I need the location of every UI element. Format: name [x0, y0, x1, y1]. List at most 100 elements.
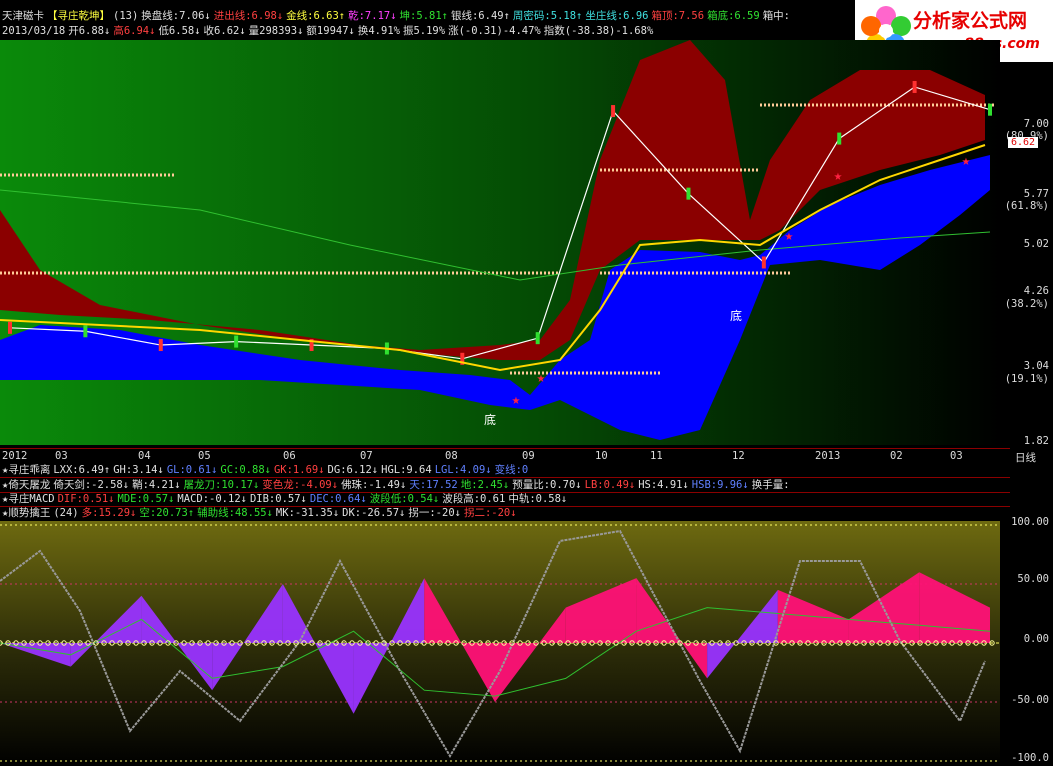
- indicator-value: 高6.94↓: [113, 25, 156, 37]
- indicator-value: 坐庄线:6.96: [585, 10, 649, 22]
- indicator-value: LGL:4.09↓: [434, 464, 492, 476]
- candle: [535, 332, 540, 345]
- indicator-value: ★寻庄乖离: [2, 464, 51, 476]
- candle: [686, 187, 691, 200]
- x-axis-label: 10: [595, 450, 608, 462]
- indicator-value: 佛珠:-1.49↓: [341, 479, 407, 491]
- indicator-value: 空:20.73↑: [139, 507, 195, 519]
- candle: [988, 103, 992, 116]
- indicator-value: LXX:6.49↑: [53, 464, 111, 476]
- x-axis-label: 02: [890, 450, 903, 462]
- x-axis-label: 03: [950, 450, 963, 462]
- osc-axis-label: -100.0: [1011, 752, 1049, 764]
- candle: [761, 256, 766, 269]
- indicator-value: 指数(-38.38)-1.68%: [543, 25, 654, 37]
- separator: [0, 477, 1010, 478]
- indicator-value: 天:17.52: [409, 479, 458, 491]
- candle: [912, 80, 917, 93]
- indicator-value: ★倚天屠龙: [2, 479, 51, 491]
- indicator-value: 换手量:: [751, 479, 790, 491]
- osc-axis-label: 100.00: [1011, 516, 1049, 528]
- indicator-value: GH:3.14↓: [113, 464, 164, 476]
- indicator-row-3: ★寻庄MACD DIF:0.51↓ MDE:0.57↓ MACD:-0.12↓ DIB:…: [2, 493, 570, 506]
- indicator-value: 金线:6.63↑: [286, 10, 346, 22]
- indicator-value: DK:-26.57↓: [342, 507, 406, 519]
- indicator-value: HS:4.91↓: [638, 479, 689, 491]
- candle: [8, 321, 12, 334]
- bottom-label-1: 底: [484, 412, 496, 427]
- indicator-value: 变线:0: [494, 464, 529, 476]
- signal-star-icon: ★: [537, 370, 546, 386]
- signal-star-icon: ★: [512, 392, 521, 408]
- candle: [837, 132, 842, 145]
- last-price-tag: 6.62: [1008, 137, 1039, 148]
- candle: [611, 105, 616, 118]
- oscillator-chart: [0, 521, 1000, 766]
- indicator-row-1: ★寻庄乖离 LXX:6.49↑ GH:3.14↓ GL:0.61↓ GC:0.88↓ GK…: [2, 464, 531, 477]
- indicator-value: DIB:0.57↓: [249, 493, 307, 505]
- oscillator-axis: 100.00 50.00 0.00 -50.00 -100.0: [1000, 516, 1053, 766]
- indicator-value: (13): [113, 10, 139, 22]
- indicator-value: 屠龙刀:10.17↓: [183, 479, 260, 491]
- candle: [83, 325, 88, 338]
- indicator-value: HGL:9.64: [381, 464, 432, 476]
- osc-axis-label: 0.00: [1023, 633, 1049, 645]
- x-axis-label: 11: [650, 450, 663, 462]
- bottom-label-2: 底: [730, 308, 742, 323]
- price-axis-label: 5.02: [1023, 238, 1049, 250]
- x-axis-label: 08: [445, 450, 458, 462]
- indicator-value: 银线:6.49↑: [450, 10, 510, 22]
- candle: [234, 335, 239, 348]
- indicator-value: (24): [53, 507, 79, 519]
- indicator-value: 涨(-0.31)-4.47%: [448, 25, 541, 37]
- osc-axis-label: 50.00: [1017, 573, 1049, 585]
- indicator-value: MDE:0.57↓: [117, 493, 175, 505]
- indicator-value: 低6.58↓: [158, 25, 201, 37]
- separator: [0, 448, 1010, 449]
- indicator-value: 乾:7.17↓: [348, 10, 397, 22]
- period-label: 日线: [1015, 452, 1036, 464]
- price-axis-label: 5.77: [1023, 188, 1049, 200]
- indicator-value: 中轨:0.58↓: [508, 493, 568, 505]
- candle: [158, 339, 163, 352]
- indicator-value: 箱中:: [762, 10, 791, 22]
- indicator-value: 振5.19%: [402, 25, 446, 37]
- indicator-value: ★顺势擒王: [2, 507, 51, 519]
- indicator-value: ★寻庄MACD: [2, 493, 55, 505]
- indicator-value: 波段高:0.61: [442, 493, 506, 505]
- indicator-value: 【寻庄乾坤】: [47, 10, 110, 22]
- indicator-value: DG:6.12↓: [327, 464, 379, 476]
- signal-star-icon: ★: [785, 228, 794, 244]
- indicator-value: 倚天剑:-2.58↓: [53, 479, 130, 491]
- indicator-value: GC:0.88↓: [220, 464, 271, 476]
- indicator-value: 换4.91%: [357, 25, 400, 37]
- price-axis-label: (61.8%): [1004, 200, 1049, 212]
- signal-star-icon: ★: [834, 168, 843, 184]
- indicator-value: 箱底:6.59: [707, 10, 760, 22]
- indicator-value: 波段低:0.54↓: [369, 493, 440, 505]
- logo-title: 分析家公式网: [913, 10, 1028, 32]
- x-axis-label: 05: [198, 450, 211, 462]
- indicator-value: 鞘:4.21↓: [132, 479, 181, 491]
- indicator-value: GL:0.61↓: [166, 464, 218, 476]
- indicator-value: DIF:0.51↓: [57, 493, 115, 505]
- indicator-value: 进出线:6.98↓: [213, 10, 284, 22]
- indicator-value: HSB:9.96↓: [691, 479, 749, 491]
- indicator-value: MACD:-0.12↓: [177, 493, 247, 505]
- x-axis-label: 2012: [2, 450, 28, 462]
- x-axis-label: 06: [283, 450, 296, 462]
- indicator-value: 拐二:-20↓: [463, 507, 517, 519]
- indicator-value: 辅助线:48.55↓: [197, 507, 273, 519]
- indicator-value: 收6.62↓: [203, 25, 246, 37]
- indicator-value: 换盘线:7.06↓: [141, 10, 211, 22]
- indicator-row-4: ★顺势擒王 (24) 多:15.29↓ 空:20.73↑ 辅助线:48.55↓ MK:-3…: [2, 507, 520, 520]
- price-axis: 7.00 (80.9%) 5.77 (61.8%) 5.02 4.26 (38.2%) 3.0…: [1000, 40, 1053, 447]
- indicator-value: 量298393↓: [248, 25, 304, 37]
- price-axis-label: 4.26: [1023, 285, 1049, 297]
- indicator-value: 开6.88↓: [68, 25, 111, 37]
- osc-axis-label: -50.00: [1011, 694, 1049, 706]
- indicator-value: 多:15.29↓: [81, 507, 137, 519]
- price-chart: ★★★★★底底: [0, 40, 1000, 445]
- indicator-value: 拐一:-20↓: [408, 507, 461, 519]
- signal-star-icon: ★: [962, 153, 971, 169]
